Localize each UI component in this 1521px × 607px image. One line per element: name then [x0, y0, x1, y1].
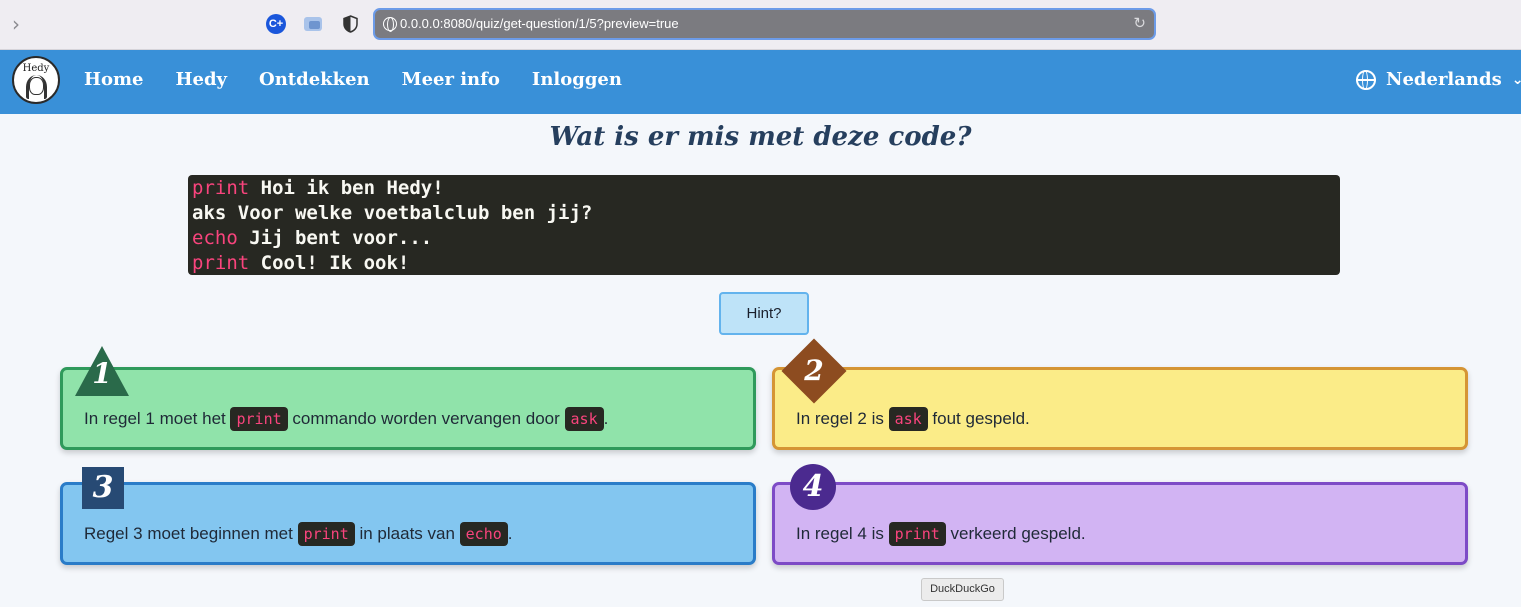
- code-snippet: print: [297, 522, 355, 546]
- nav-link-inloggen[interactable]: Inloggen: [532, 69, 622, 90]
- answer-option-1[interactable]: In regel 1 moet het print commando worde…: [60, 367, 756, 450]
- answer-option-3[interactable]: Regel 3 moet beginnen met print in plaat…: [60, 482, 756, 565]
- code-text: aks Voor welke voetbalclub ben jij?: [192, 202, 593, 224]
- language-selector[interactable]: Nederlands ⌄: [1356, 69, 1521, 90]
- circle-number-badge: 4: [790, 464, 836, 510]
- code-snippet: print: [230, 407, 288, 431]
- code-block: print Hoi ik ben Hedy! aks Voor welke vo…: [188, 175, 1340, 275]
- answer-option-2[interactable]: In regel 2 is ask fout gespeld.: [772, 367, 1468, 450]
- reload-icon[interactable]: ↻: [1133, 14, 1146, 32]
- code-line: echo Jij bent voor...: [192, 226, 1336, 251]
- code-text: Hoi ik ben Hedy!: [249, 177, 444, 199]
- forward-icon[interactable]: ›: [12, 13, 30, 35]
- answer-text: In regel 2 is ask fout gespeld.: [796, 407, 1030, 431]
- code-snippet: print: [888, 522, 946, 546]
- hedy-logo[interactable]: Hedy: [12, 56, 60, 104]
- picture-in-picture-icon[interactable]: [304, 17, 322, 31]
- code-snippet: ask: [564, 407, 604, 431]
- language-label: Nederlands: [1386, 69, 1502, 90]
- address-bar[interactable]: 0.0.0.0:8080/quiz/get-question/1/5?previ…: [373, 8, 1156, 40]
- code-line: print Hoi ik ben Hedy!: [192, 176, 1336, 201]
- url-text: 0.0.0.0:8080/quiz/get-question/1/5?previ…: [400, 16, 679, 31]
- answer-text: In regel 1 moet het print commando worde…: [84, 407, 608, 431]
- nav-link-meer-info[interactable]: Meer info: [402, 69, 500, 90]
- globe-icon: [383, 17, 397, 32]
- tooltip: DuckDuckGo: [921, 578, 1004, 601]
- code-snippet: echo: [459, 522, 508, 546]
- code-text: Jij bent voor...: [237, 227, 433, 249]
- diamond-number-badge: 2: [781, 338, 847, 404]
- answer-text: In regel 4 is print verkeerd gespeld.: [796, 522, 1086, 546]
- logo-face: [29, 77, 44, 95]
- hint-button[interactable]: Hint?: [719, 292, 809, 335]
- nav-links: Home Hedy Ontdekken Meer info Inloggen: [84, 69, 622, 90]
- logo-text: Hedy: [22, 63, 50, 74]
- code-line: print Cool! Ik ook!: [192, 251, 1336, 276]
- nav-link-hedy[interactable]: Hedy: [176, 69, 228, 90]
- code-keyword: print: [192, 177, 250, 199]
- nav-link-ontdekken[interactable]: Ontdekken: [259, 69, 370, 90]
- code-snippet: ask: [888, 407, 928, 431]
- question-title: Wat is er mis met deze code?: [549, 122, 972, 152]
- extension-icon[interactable]: C+: [266, 14, 286, 34]
- shield-icon[interactable]: [343, 15, 358, 33]
- browser-toolbar: › C+ 0.0.0.0:8080/quiz/get-question/1/5?…: [0, 0, 1521, 50]
- nav-link-home[interactable]: Home: [84, 69, 144, 90]
- code-line: aks Voor welke voetbalclub ben jij?: [192, 201, 1336, 226]
- site-navbar: Hedy Home Hedy Ontdekken Meer info Inlog…: [0, 50, 1521, 114]
- code-text: Cool! Ik ook!: [249, 252, 410, 274]
- chevron-down-icon: ⌄: [1511, 71, 1521, 88]
- square-number-badge: 3: [82, 467, 124, 509]
- globe-icon: [1356, 69, 1376, 90]
- code-keyword: echo: [192, 227, 238, 249]
- answer-text: Regel 3 moet beginnen met print in plaat…: [84, 522, 513, 546]
- code-keyword: print: [192, 252, 250, 274]
- answer-option-4[interactable]: In regel 4 is print verkeerd gespeld.: [772, 482, 1468, 565]
